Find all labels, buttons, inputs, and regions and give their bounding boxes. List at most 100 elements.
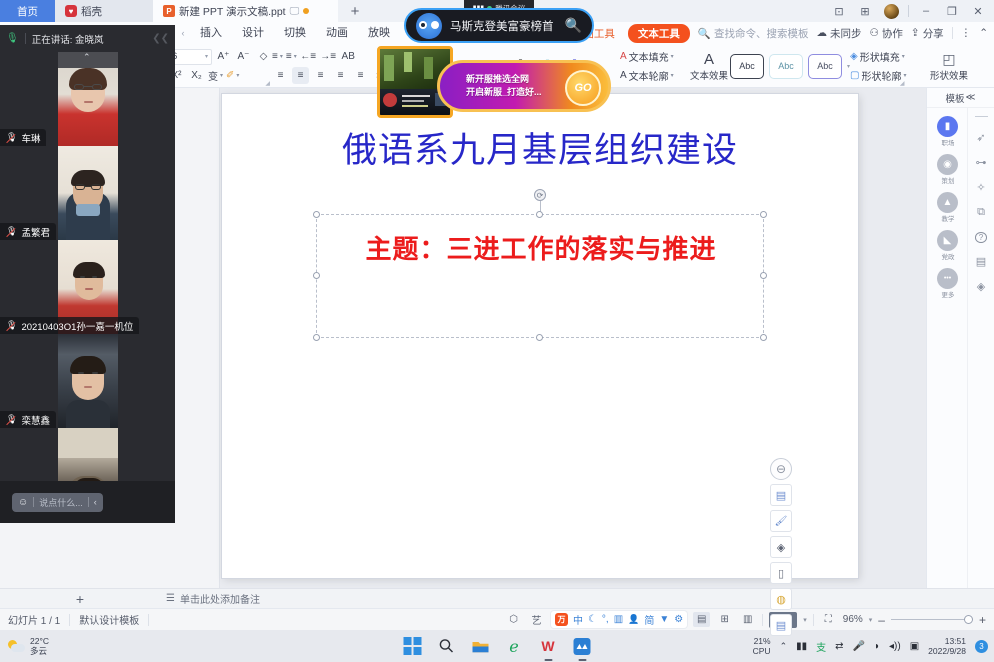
- template-category-workplace[interactable]: ▮ 职场: [937, 116, 958, 148]
- ime-toolbar[interactable]: 万 中 ☾ °, ▥ 👤 简 ▼ ⚙: [551, 611, 687, 628]
- distribute-button[interactable]: ≡: [352, 67, 369, 84]
- zoom-out-button[interactable]: –: [878, 613, 885, 627]
- edge-icon[interactable]: e: [505, 637, 524, 656]
- chat-collapse-icon[interactable]: ‹: [94, 497, 97, 507]
- secure-doc-icon[interactable]: ▤: [976, 255, 986, 268]
- restore-button[interactable]: ❐: [940, 0, 964, 22]
- ime-person-icon[interactable]: 👤: [628, 614, 639, 625]
- present-monitor-icon[interactable]: 🖵: [290, 6, 300, 17]
- share-button[interactable]: ⇪ 分享: [911, 26, 944, 41]
- collapse-pane-icon[interactable]: ≪: [966, 92, 976, 103]
- participant-tile[interactable]: 🎙 栾慧鑫: [0, 334, 175, 428]
- magic-star-icon[interactable]: ✧: [976, 181, 985, 194]
- bullets-button[interactable]: ≡▾: [272, 51, 283, 62]
- zoom-slider[interactable]: [891, 619, 973, 620]
- ime-settings-icon[interactable]: ⚙: [674, 614, 683, 625]
- zoom-in-button[interactable]: +: [979, 613, 986, 627]
- add-slide-button[interactable]: +: [0, 591, 160, 607]
- ime-punctuation-icon[interactable]: °,: [602, 614, 609, 625]
- font-dialog-launcher[interactable]: ◢: [265, 80, 270, 87]
- increase-indent-button[interactable]: →≡: [320, 48, 337, 65]
- menu-item-design[interactable]: 设计: [232, 22, 274, 44]
- zoom-options-caret[interactable]: ▾: [869, 616, 873, 624]
- menu-item-transitions[interactable]: 切换: [274, 22, 316, 44]
- resize-handle-w[interactable]: [313, 272, 320, 279]
- idea-bulb-icon[interactable]: ◍: [770, 588, 792, 610]
- cpu-usage-indicator[interactable]: 21% CPU: [753, 636, 771, 656]
- new-tab-button[interactable]: +: [338, 0, 372, 22]
- minimize-button[interactable]: –: [914, 0, 938, 22]
- slide-title-text[interactable]: 俄语系九月基层组织建设: [222, 122, 858, 173]
- resize-handle-s[interactable]: [536, 334, 543, 341]
- menu-scroll-left-icon[interactable]: ‹: [176, 28, 190, 38]
- start-icon[interactable]: [403, 637, 422, 656]
- character-shading-button[interactable]: 变 ▾: [208, 68, 223, 83]
- volume-icon[interactable]: ◂)): [889, 641, 901, 652]
- fit-to-window-button[interactable]: ⛶: [820, 612, 837, 627]
- template-category-more[interactable]: ••• 更多: [937, 268, 958, 300]
- ime-simplified-toggle[interactable]: 简: [644, 612, 654, 627]
- shrink-font-button[interactable]: A⁻: [235, 48, 252, 65]
- ime-lang-toggle[interactable]: 中: [573, 612, 583, 627]
- collapse-ribbon-button[interactable]: ⌃: [979, 27, 988, 39]
- paint-bucket-icon[interactable]: ◈: [770, 536, 792, 558]
- resize-handle-e[interactable]: [760, 272, 767, 279]
- textbox-content[interactable]: 主题：三进工作的落实与推进: [331, 229, 751, 266]
- camera-icon[interactable]: ▣: [910, 641, 919, 652]
- layers-icon[interactable]: ▤: [770, 484, 792, 506]
- shield-icon[interactable]: ◈: [977, 280, 985, 293]
- template-pane-header[interactable]: 模板 ≪: [927, 88, 994, 108]
- selected-textbox[interactable]: ⟳ 主题：三进工作的落实与推进: [316, 214, 764, 338]
- menu-item-slideshow[interactable]: 放映: [358, 22, 400, 44]
- close-button[interactable]: ✕: [966, 0, 990, 22]
- shape-fill-button[interactable]: ◈ 形状填充 ▾: [850, 49, 905, 64]
- text-effects-button[interactable]: A 文本效果: [690, 51, 728, 82]
- participant-tile[interactable]: 🎙 20210403O1孙一嘉一机位: [0, 240, 175, 334]
- tab-home[interactable]: 首页: [0, 0, 55, 22]
- resize-handle-n[interactable]: [536, 211, 543, 218]
- menu-item-animations[interactable]: 动画: [316, 22, 358, 44]
- more-options-button[interactable]: ⋮: [961, 27, 972, 39]
- shape-style-2[interactable]: Abc: [769, 54, 803, 79]
- command-search[interactable]: 🔍 查找命令、搜索模板: [698, 26, 809, 41]
- notes-placeholder[interactable]: ☰ 单击此处添加备注: [166, 591, 260, 606]
- search-icon[interactable]: [437, 637, 456, 656]
- resize-handle-nw[interactable]: [313, 211, 320, 218]
- tab-docer[interactable]: ♥ 稻壳: [55, 0, 153, 22]
- tab-text-tools[interactable]: 文本工具: [628, 24, 690, 43]
- layout-switch-icon[interactable]: ⊡: [827, 0, 851, 22]
- brush-icon[interactable]: 🖌: [770, 510, 792, 532]
- chat-input-placeholder[interactable]: 说点什么...: [39, 496, 83, 509]
- template-category-party[interactable]: ◣ 党政: [937, 230, 958, 262]
- minus-circle-icon[interactable]: ⊖: [770, 458, 792, 480]
- resize-handle-ne[interactable]: [760, 211, 767, 218]
- align-center-button[interactable]: ≡: [292, 67, 309, 84]
- ime-skin-icon[interactable]: ▼: [659, 614, 669, 625]
- resize-handle-sw[interactable]: [313, 334, 320, 341]
- clear-formatting-button[interactable]: ◇: [255, 48, 272, 65]
- shape-outline-button[interactable]: ▢ 形状轮廓 ▾: [850, 68, 906, 83]
- shape-style-3[interactable]: Abc: [808, 54, 842, 79]
- package-icon[interactable]: ⬡: [505, 612, 522, 627]
- text-replace-icon[interactable]: ▤: [770, 614, 792, 636]
- file-explorer-icon[interactable]: [471, 637, 490, 656]
- ime-moon-icon[interactable]: ☾: [588, 614, 597, 625]
- rotate-handle[interactable]: ⟳: [534, 189, 546, 201]
- chat-input-pill[interactable]: ☺ 说点什么... ‹: [12, 493, 103, 512]
- reading-view-button[interactable]: ▥: [739, 612, 756, 627]
- equalizer-icon[interactable]: ⇄: [835, 641, 843, 652]
- network-monitor-icon[interactable]: ▮▮: [796, 641, 807, 652]
- zoom-slider-knob[interactable]: [964, 615, 973, 624]
- help-icon[interactable]: ?: [975, 231, 987, 243]
- decrease-indent-button[interactable]: ←≡: [300, 48, 317, 65]
- justify-button[interactable]: ≡: [332, 67, 349, 84]
- grow-font-button[interactable]: A⁺: [215, 48, 232, 65]
- advertisement-banner[interactable]: 新开服推选全网 开启新服_打造好... GO: [377, 46, 611, 119]
- language-icon[interactable]: 艺: [528, 612, 545, 627]
- text-outline-button[interactable]: A 文本轮廓 ▾: [620, 68, 674, 83]
- ime-keyboard-icon[interactable]: ▥: [614, 614, 623, 625]
- slide-canvas[interactable]: 俄语系九月基层组织建设 ⟳ 主题：三进工作的落实与推进: [222, 94, 858, 578]
- notification-badge[interactable]: 3: [975, 640, 988, 653]
- ad-message-pill[interactable]: 新开服推选全网 开启新服_打造好... GO: [437, 60, 611, 112]
- alipay-icon[interactable]: 支: [816, 639, 826, 654]
